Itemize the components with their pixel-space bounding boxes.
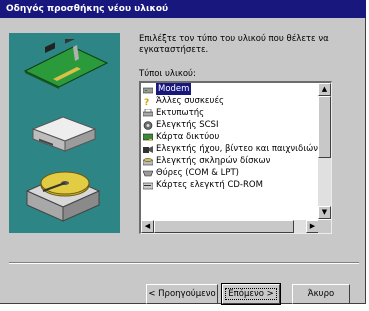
svg-text:?: ? <box>144 98 149 106</box>
vertical-scrollbar[interactable]: ▲ ▼ <box>318 83 331 219</box>
wizard-illustration <box>9 33 120 233</box>
cancel-button-label: Άκυρο <box>307 289 335 299</box>
cancel-button[interactable]: Άκυρο <box>292 284 350 304</box>
sound-video-game-icon <box>143 145 153 154</box>
scsi-controller-icon <box>143 120 153 130</box>
scroll-left-button[interactable]: ◀ <box>141 220 154 233</box>
list-item-label: Εκτυπωτής <box>156 108 205 118</box>
list-item-label: Κάρτα δικτύου <box>156 132 220 142</box>
list-item-label: Modem <box>156 83 192 95</box>
list-item[interactable]: Modem <box>141 83 319 95</box>
list-item[interactable]: Ελεγκτής ήχου, βίντεο και παιχνιδιών <box>141 143 319 155</box>
horizontal-scrollbar[interactable]: ◀ ▶ <box>141 220 319 233</box>
list-item[interactable]: Κάρτα δικτύου <box>141 131 319 143</box>
ports-icon <box>142 169 154 178</box>
list-item-label: Θύρες (COM & LPT) <box>156 168 239 178</box>
scroll-up-button[interactable]: ▲ <box>318 83 331 96</box>
next-button[interactable]: Επόμενο > <box>221 283 281 305</box>
list-item-label: Κάρτες ελεγκτή CD-ROM <box>156 180 263 190</box>
cdrom-controller-icon <box>142 181 154 190</box>
list-item-label: Ελεγκτής SCSI <box>156 120 219 130</box>
window-title: Οδηγός προσθήκης νέου υλικού <box>0 0 366 18</box>
hardware-type-listbox[interactable]: Modem? Άλλες συσκευές Εκτυπωτής Ελεγκτής SC… <box>139 81 332 234</box>
vertical-scroll-thumb[interactable] <box>318 96 331 158</box>
horizontal-scroll-thumb[interactable] <box>154 220 294 233</box>
hardware-type-list: Modem? Άλλες συσκευές Εκτυπωτής Ελεγκτής SC… <box>141 83 319 219</box>
list-item[interactable]: ? Άλλες συσκευές <box>141 95 319 108</box>
instruction-text: Επιλέξτε τον τύπο του υλικού που θέλετε … <box>139 34 329 55</box>
hardware-types-label: Τύποι υλικού: <box>139 69 196 79</box>
scroll-down-button[interactable]: ▼ <box>318 206 331 219</box>
add-hardware-wizard-window: Οδηγός προσθήκης νέου υλικού Επιλέξτε το… <box>0 0 366 305</box>
hard-disk-icon <box>25 171 101 222</box>
network-card-icon <box>142 133 154 142</box>
printer-icon <box>142 108 154 118</box>
list-item[interactable]: Θύρες (COM & LPT) <box>141 167 319 179</box>
next-button-label: Επόμενο > <box>225 288 277 300</box>
back-button[interactable]: < Προηγούμενο <box>146 284 218 304</box>
hard-disk-controller-icon <box>142 157 154 166</box>
list-item[interactable]: Ελεγκτής SCSI <box>141 119 319 131</box>
scrollbar-corner <box>318 220 331 233</box>
modem-icon <box>142 85 154 94</box>
list-item[interactable]: Κάρτες ελεγκτή CD-ROM <box>141 179 319 191</box>
back-button-label: < Προηγούμενο <box>148 289 216 299</box>
button-separator <box>9 262 359 264</box>
disk-drive-icon <box>31 116 97 152</box>
expansion-card-icon <box>23 39 109 89</box>
list-item-label: Άλλες συσκευές <box>156 96 225 106</box>
question-device-icon: ? <box>143 97 153 108</box>
list-item-label: Ελεγκτής σκληρών δίσκων <box>156 156 271 166</box>
list-item-label: Ελεγκτής ήχου, βίντεο και παιχνιδιών <box>156 144 318 154</box>
list-item[interactable]: Ελεγκτής σκληρών δίσκων <box>141 155 319 167</box>
list-item[interactable]: Εκτυπωτής <box>141 107 319 119</box>
